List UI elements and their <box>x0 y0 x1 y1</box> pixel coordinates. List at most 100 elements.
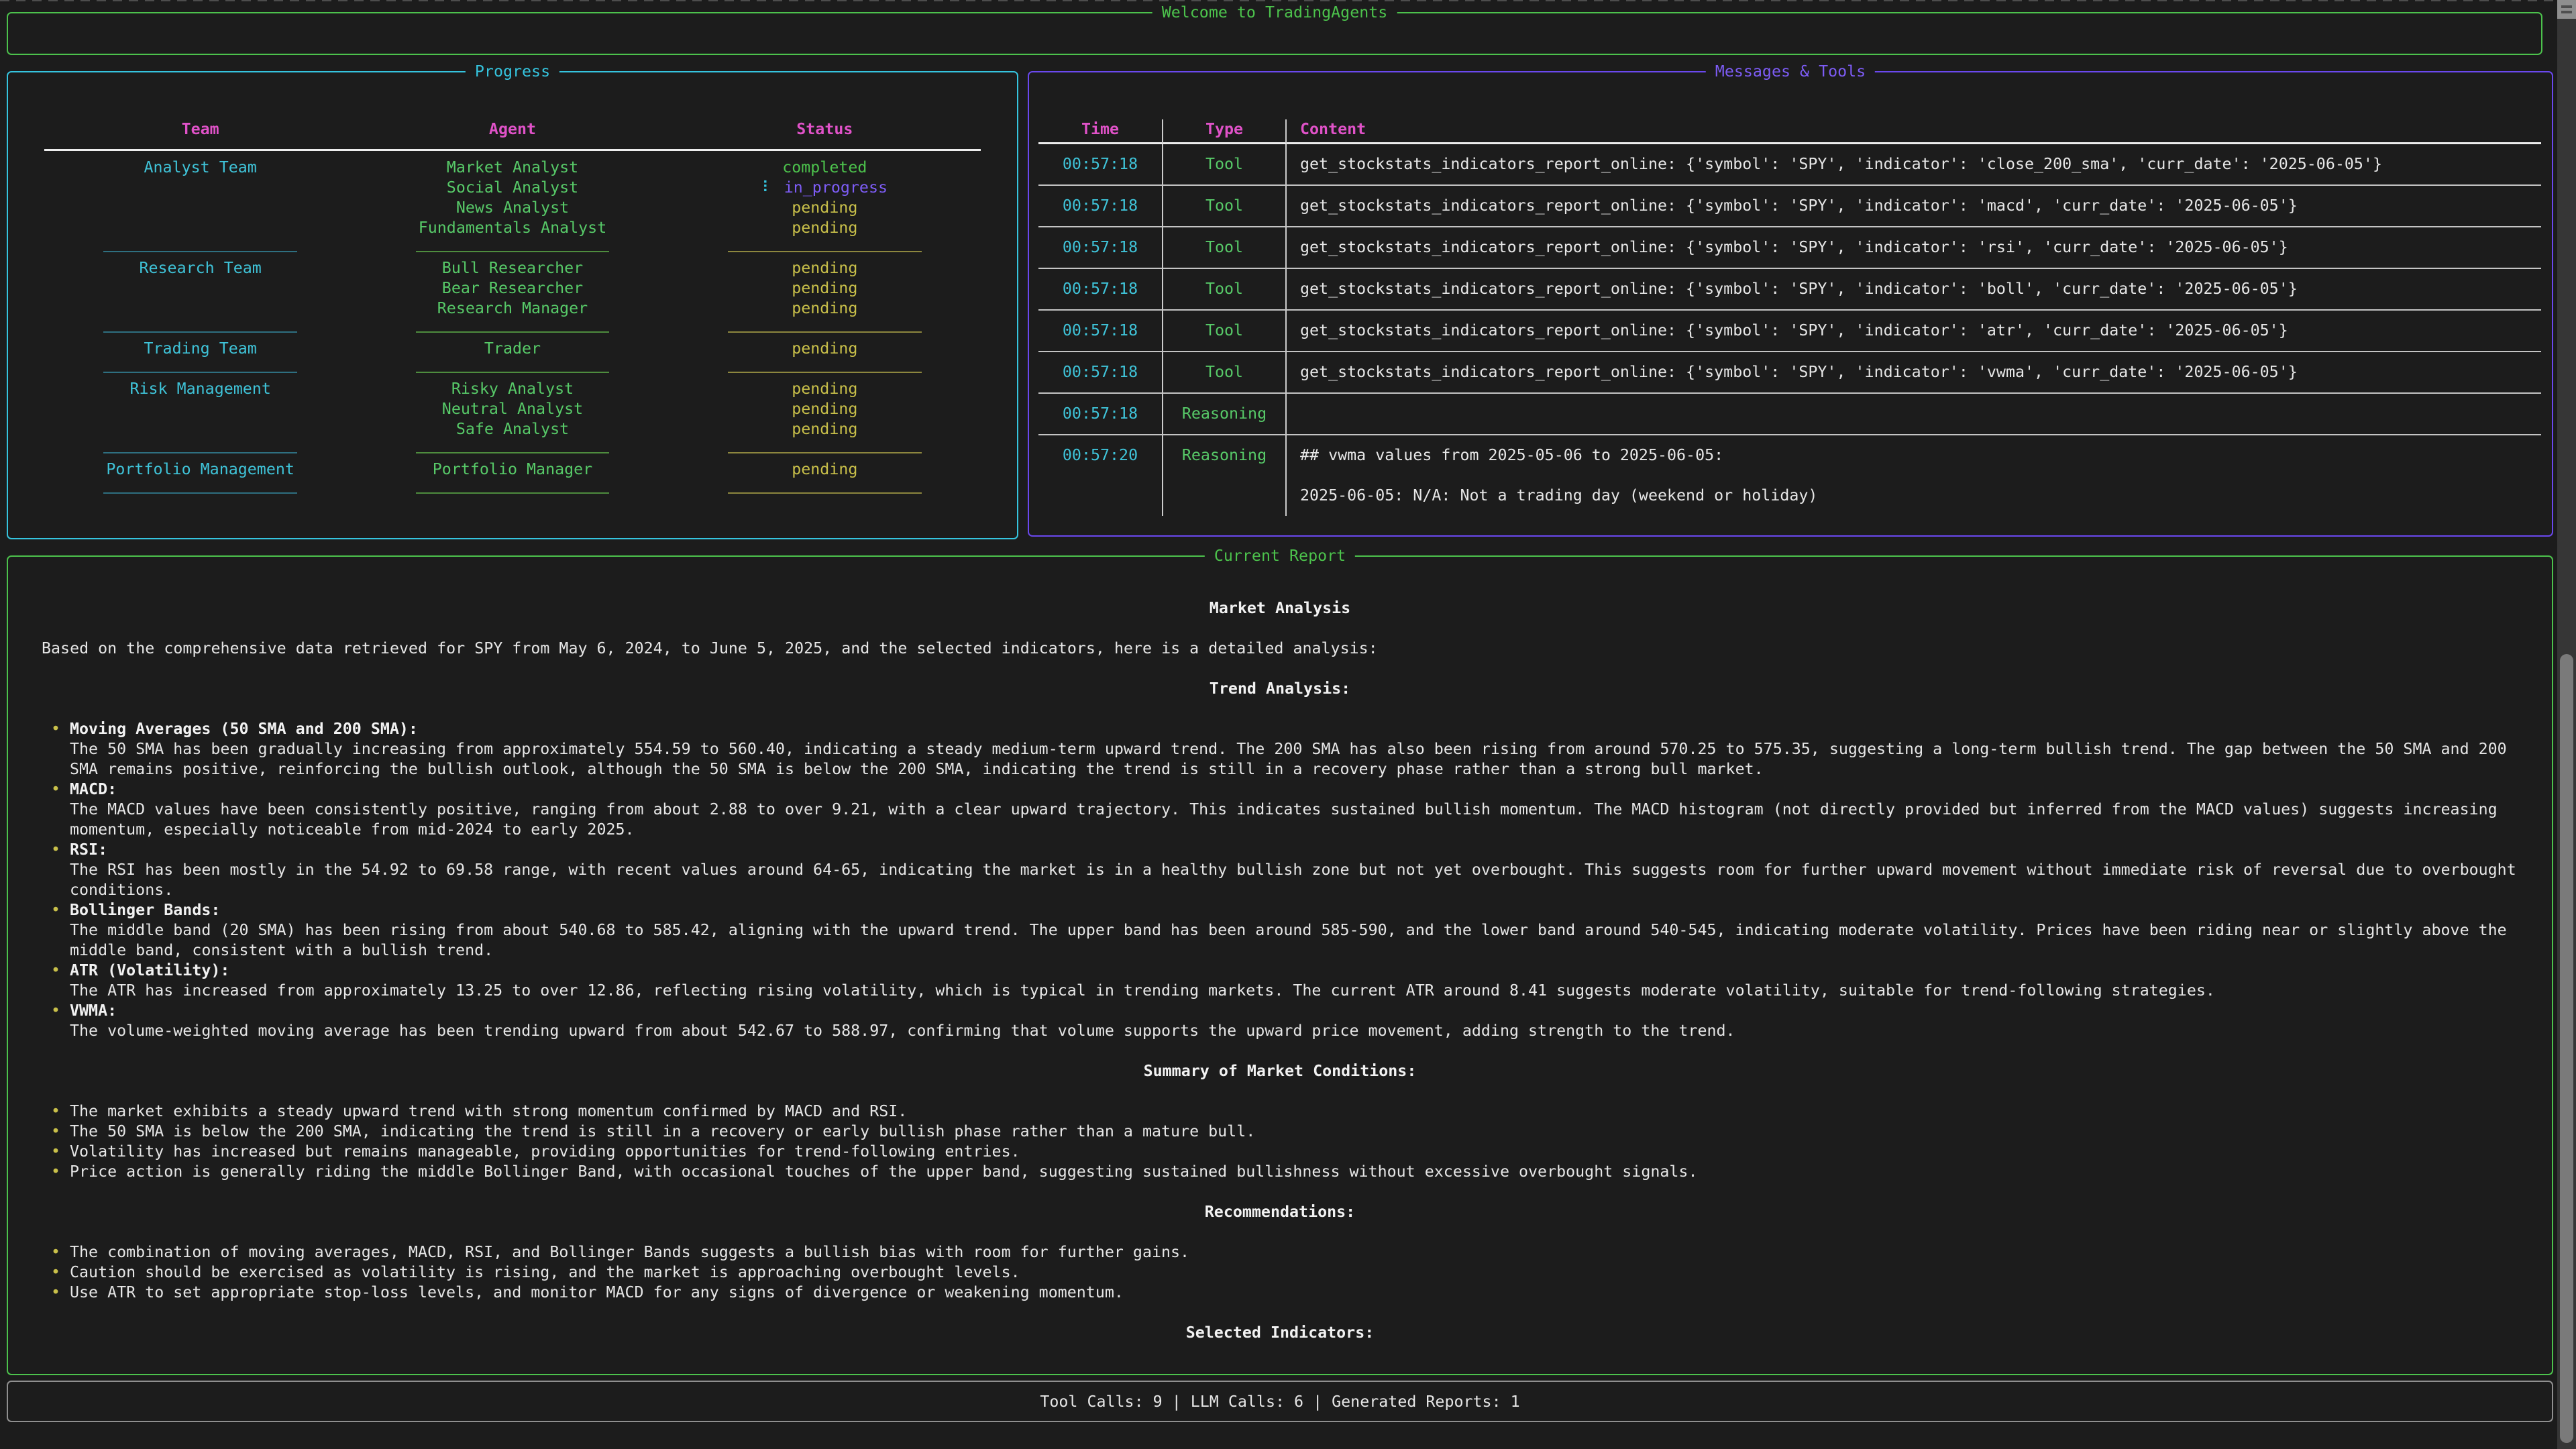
bullet-text: The 50 SMA is below the 200 SMA, indicat… <box>70 1122 2518 1142</box>
bullet-body: Use ATR to set appropriate stop-loss lev… <box>70 1283 2518 1303</box>
bullet-body: VWMA:The volume-weighted moving average … <box>70 1001 2518 1041</box>
bullet-label: RSI: <box>70 840 2518 860</box>
bullet-icon: • <box>51 719 70 780</box>
team-cell <box>44 278 356 299</box>
group-separator-line <box>728 331 922 333</box>
message-row: 00:57:20Reasoning## vwma values from 202… <box>1038 434 2541 516</box>
status-label: pending <box>792 259 857 277</box>
message-content: get_stockstats_indicators_report_online:… <box>1287 351 2541 392</box>
bullet-icon: • <box>51 840 70 900</box>
welcome-panel: Welcome to TradingAgents <box>7 12 2542 55</box>
bullet-body: The 50 SMA is below the 200 SMA, indicat… <box>70 1122 2518 1142</box>
status-label: in_progress <box>784 178 888 197</box>
group-separator <box>356 439 668 460</box>
message-content: get_stockstats_indicators_report_online:… <box>1287 144 2541 184</box>
bullet-icon: • <box>51 1001 70 1041</box>
report-bullet-list: •The market exhibits a steady upward tre… <box>42 1102 2518 1182</box>
report-bullet-list: •The combination of moving averages, MAC… <box>42 1242 2518 1303</box>
group-separator-line <box>728 251 922 252</box>
bullet-icon: • <box>51 1142 70 1162</box>
team-cell <box>44 178 356 198</box>
status-cell: pending <box>669 198 981 218</box>
message-content: get_stockstats_indicators_report_online:… <box>1287 268 2541 309</box>
report-section-heading: Recommendations: <box>42 1202 2518 1222</box>
bullet-icon: • <box>51 1122 70 1142</box>
agent-cell: Bull Researcher <box>356 258 668 278</box>
bullet-label: MACD: <box>70 780 2518 800</box>
report-panel-title: Current Report <box>1205 545 1355 567</box>
message-row: 00:57:18Toolget_stockstats_indicators_re… <box>1038 351 2541 392</box>
status-cell: pending <box>669 419 981 439</box>
message-time: 00:57:18 <box>1038 392 1163 434</box>
group-separator-line <box>103 492 297 494</box>
status-label: pending <box>792 400 857 418</box>
hamburger-icon <box>2561 5 2572 8</box>
report-section-heading: Selected Indicators: <box>42 1323 2518 1343</box>
bullet-label: Bollinger Bands: <box>70 900 2518 920</box>
group-separator <box>44 359 356 379</box>
group-separator-line <box>416 251 610 252</box>
group-separator <box>669 359 981 379</box>
agent-cell: Trader <box>356 339 668 359</box>
team-cell: Trading Team <box>44 339 356 359</box>
bullet-icon: • <box>51 900 70 961</box>
bullet-body: Caution should be exercised as volatilit… <box>70 1263 2518 1283</box>
report-body: Market Analysis Based on the comprehensi… <box>8 557 2552 1343</box>
group-separator-line <box>728 372 922 373</box>
column-header-team: Team <box>44 119 356 140</box>
agent-cell: Fundamentals Analyst <box>356 218 668 238</box>
status-cell: pending <box>669 299 981 319</box>
bullet-body: RSI:The RSI has been mostly in the 54.92… <box>70 840 2518 900</box>
report-bullet: •The combination of moving averages, MAC… <box>42 1242 2518 1263</box>
status-label: pending <box>792 219 857 237</box>
bullet-icon: • <box>51 961 70 1001</box>
bullet-text: Use ATR to set appropriate stop-loss lev… <box>70 1283 2518 1303</box>
group-separator-line <box>103 331 297 333</box>
report-bullet: •Use ATR to set appropriate stop-loss le… <box>42 1283 2518 1303</box>
team-cell: Risk Management <box>44 379 356 399</box>
column-header-time: Time <box>1038 119 1163 144</box>
group-separator <box>669 480 981 500</box>
message-time: 00:57:18 <box>1038 351 1163 392</box>
message-row: 00:57:18Toolget_stockstats_indicators_re… <box>1038 226 2541 268</box>
column-header-status: Status <box>669 119 981 140</box>
status-label: pending <box>792 199 857 217</box>
scrollbar-top-button[interactable] <box>2557 0 2576 19</box>
bullet-icon: • <box>51 1283 70 1303</box>
message-type: Tool <box>1163 309 1287 351</box>
report-bullet: •The market exhibits a steady upward tre… <box>42 1102 2518 1122</box>
message-content <box>1287 392 2541 434</box>
status-label: pending <box>792 460 857 478</box>
status-cell: pending <box>669 399 981 419</box>
group-separator <box>669 238 981 258</box>
status-label: pending <box>792 380 857 398</box>
agent-cell: News Analyst <box>356 198 668 218</box>
message-content: get_stockstats_indicators_report_online:… <box>1287 309 2541 351</box>
agent-cell: Social Analyst <box>356 178 668 198</box>
report-bullet: •ATR (Volatility):The ATR has increased … <box>42 961 2518 1001</box>
report-bullet: •VWMA:The volume-weighted moving average… <box>42 1001 2518 1041</box>
group-separator <box>356 480 668 500</box>
stats-text: Tool Calls: 9 | LLM Calls: 6 | Generated… <box>1040 1393 1519 1411</box>
bullet-body: MACD:The MACD values have been consisten… <box>70 780 2518 840</box>
bullet-body: The combination of moving averages, MACD… <box>70 1242 2518 1263</box>
bullet-label: ATR (Volatility): <box>70 961 2518 981</box>
status-label: pending <box>792 339 857 358</box>
bullet-body: Moving Averages (50 SMA and 200 SMA):The… <box>70 719 2518 780</box>
group-separator-line <box>416 331 610 333</box>
bullet-icon: • <box>51 1242 70 1263</box>
message-row: 00:57:18Toolget_stockstats_indicators_re… <box>1038 184 2541 226</box>
message-content: ## vwma values from 2025-05-06 to 2025-0… <box>1287 434 2541 516</box>
stats-bar: Tool Calls: 9 | LLM Calls: 6 | Generated… <box>7 1381 2553 1422</box>
scrollbar-thumb[interactable] <box>2560 654 2573 1443</box>
bullet-text: Caution should be exercised as volatilit… <box>70 1263 2518 1283</box>
bullet-icon: • <box>51 1263 70 1283</box>
report-bullet: •MACD:The MACD values have been consiste… <box>42 780 2518 840</box>
report-bullet-list: •Moving Averages (50 SMA and 200 SMA):Th… <box>42 719 2518 1041</box>
group-separator <box>44 439 356 460</box>
message-content: get_stockstats_indicators_report_online:… <box>1287 226 2541 268</box>
group-separator-line <box>416 492 610 494</box>
group-separator <box>44 238 356 258</box>
bullet-text: The RSI has been mostly in the 54.92 to … <box>70 860 2518 900</box>
report-sections: Trend Analysis:•Moving Averages (50 SMA … <box>42 679 2518 1343</box>
